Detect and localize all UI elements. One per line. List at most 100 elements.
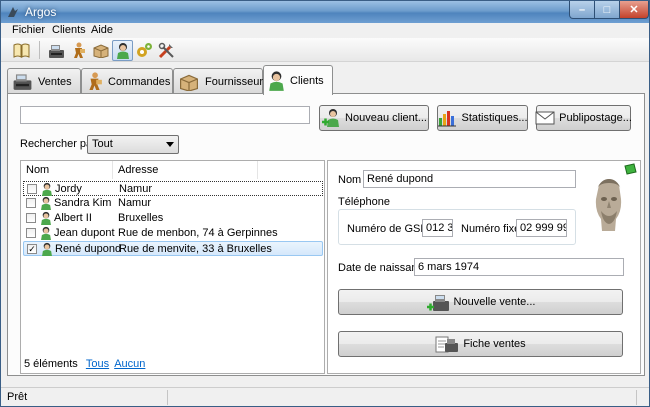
tab-label: Ventes bbox=[38, 75, 72, 88]
list-item[interactable]: Albert II Bruxelles bbox=[23, 211, 323, 226]
column-header-adresse[interactable]: Adresse bbox=[113, 161, 258, 179]
worker-icon bbox=[74, 42, 85, 58]
toolbar-tools-button[interactable] bbox=[156, 40, 177, 61]
row-checkbox[interactable] bbox=[26, 228, 36, 238]
window-title: Argos bbox=[25, 5, 57, 19]
toolbar-book-button[interactable] bbox=[11, 40, 32, 61]
add-sale-icon bbox=[426, 295, 449, 311]
status-separator bbox=[636, 390, 637, 405]
statistics-label: Statistiques... bbox=[461, 112, 528, 124]
cash-register-icon bbox=[49, 44, 64, 58]
sales-sheet-button[interactable]: Fiche ventes bbox=[338, 331, 623, 357]
list-item[interactable]: Sandra Kim Namur bbox=[23, 196, 323, 211]
toolbar-fournisseurs-button[interactable] bbox=[90, 40, 111, 61]
chart-icon bbox=[438, 111, 457, 127]
list-item[interactable]: Jordy Namur bbox=[23, 181, 323, 196]
cash-register-icon bbox=[13, 74, 32, 90]
select-none-link[interactable]: Aucun bbox=[114, 358, 145, 370]
minimize-button[interactable]: – bbox=[569, 1, 595, 19]
new-sale-button[interactable]: Nouvelle vente... bbox=[338, 289, 623, 315]
tab-fournisseurs[interactable]: Fournisseurs bbox=[173, 68, 269, 94]
row-name: René dupond bbox=[55, 243, 122, 255]
list-item[interactable]: ✓ René dupond Rue de menvite, 33 à Bruxe… bbox=[23, 241, 323, 256]
list-item[interactable]: Jean dupont Rue de menbon, 74 à Gerpinne… bbox=[23, 226, 323, 241]
toolbar-separator bbox=[39, 41, 40, 59]
tab-clients[interactable]: Clients bbox=[263, 65, 333, 95]
app-icon bbox=[8, 7, 18, 17]
client-icon bbox=[116, 43, 129, 59]
telephone-label: Téléphone bbox=[338, 196, 390, 208]
close-icon: ✕ bbox=[629, 4, 639, 16]
row-address: Bruxelles bbox=[118, 212, 164, 224]
toolbar-settings-button[interactable] bbox=[134, 40, 155, 61]
row-name: Albert II bbox=[54, 212, 92, 224]
birth-field[interactable]: 6 mars 1974 bbox=[414, 258, 624, 276]
search-by-select[interactable]: Tout bbox=[87, 135, 179, 154]
new-client-button[interactable]: Nouveau client... bbox=[319, 105, 429, 131]
row-name: Jordy bbox=[55, 183, 82, 195]
minimize-icon: – bbox=[578, 3, 586, 16]
book-icon bbox=[13, 43, 30, 58]
search-input[interactable] bbox=[20, 106, 310, 124]
tools-icon bbox=[158, 42, 174, 59]
tab-label: Commandes bbox=[108, 75, 171, 88]
row-name: Jean dupont bbox=[54, 227, 115, 239]
gsm-label: Numéro de GSM bbox=[347, 223, 430, 235]
search-by-value: Tout bbox=[92, 138, 113, 150]
row-checkbox[interactable] bbox=[27, 184, 37, 194]
app-window: Argos – □ ✕ Fichier Clients Aide Ventes … bbox=[0, 0, 650, 407]
row-checkbox[interactable]: ✓ bbox=[27, 244, 37, 254]
column-header-nom[interactable]: Nom bbox=[21, 161, 113, 179]
maximize-button[interactable]: □ bbox=[594, 1, 620, 19]
toolbar-clients-button[interactable] bbox=[112, 40, 133, 61]
fixe-label: Numéro fixe bbox=[461, 223, 521, 235]
client-icon bbox=[42, 242, 52, 256]
add-client-icon bbox=[322, 109, 340, 127]
title-bar[interactable]: Argos – □ ✕ bbox=[1, 1, 649, 23]
box-icon bbox=[180, 74, 198, 91]
client-icon bbox=[269, 71, 284, 91]
nom-field[interactable]: René dupond bbox=[363, 170, 576, 188]
client-icon bbox=[42, 182, 52, 196]
row-address: Namur bbox=[119, 183, 153, 195]
status-separator bbox=[167, 390, 168, 405]
close-button[interactable]: ✕ bbox=[619, 1, 649, 19]
mailing-label: Publipostage... bbox=[559, 112, 632, 124]
new-sale-label: Nouvelle vente... bbox=[453, 296, 536, 308]
select-all-link[interactable]: Tous bbox=[86, 358, 109, 370]
box-icon bbox=[93, 44, 108, 58]
tab-label: Clients bbox=[290, 74, 324, 87]
mailing-button[interactable]: Publipostage... bbox=[535, 105, 632, 131]
edit-flag-icon[interactable] bbox=[624, 163, 637, 175]
item-count: 5 éléments bbox=[24, 358, 78, 370]
gear-icon bbox=[137, 43, 152, 57]
fixe-field[interactable]: 02 999 999 bbox=[516, 219, 567, 237]
row-checkbox[interactable] bbox=[26, 198, 36, 208]
client-icon bbox=[41, 226, 51, 240]
menu-bar: Fichier Clients Aide bbox=[1, 23, 649, 38]
statistics-button[interactable]: Statistiques... bbox=[437, 105, 528, 131]
maximize-icon: □ bbox=[603, 3, 611, 16]
client-detail-panel: Nom René dupond Téléphone Numéro de GSM … bbox=[327, 160, 641, 374]
chevron-down-icon bbox=[166, 142, 174, 147]
row-address: Rue de menbon, 74 à Gerpinnes bbox=[118, 227, 278, 239]
menu-clients[interactable]: Clients bbox=[52, 24, 86, 36]
toolbar-commandes-button[interactable] bbox=[68, 40, 89, 61]
toolbar bbox=[1, 38, 649, 62]
envelope-icon bbox=[535, 111, 555, 125]
status-text: Prêt bbox=[7, 391, 28, 403]
clients-panel: Nouveau client... Statistiques... Publip… bbox=[7, 93, 645, 376]
tab-commandes[interactable]: Commandes bbox=[81, 68, 173, 94]
gsm-field[interactable]: 012 34 bbox=[422, 219, 453, 237]
sales-sheet-icon bbox=[435, 336, 459, 353]
menu-aide[interactable]: Aide bbox=[91, 24, 113, 36]
row-checkbox[interactable] bbox=[26, 213, 36, 223]
client-list[interactable]: Nom Adresse Jordy Namur Sandra Kim Namur… bbox=[20, 160, 325, 374]
client-photo bbox=[589, 177, 629, 231]
list-footer: 5 éléments Tous Aucun bbox=[24, 358, 145, 370]
menu-fichier[interactable]: Fichier bbox=[12, 24, 45, 36]
tab-ventes[interactable]: Ventes bbox=[7, 68, 81, 94]
toolbar-ventes-button[interactable] bbox=[46, 40, 67, 61]
row-name: Sandra Kim bbox=[54, 197, 112, 209]
worker-icon bbox=[89, 72, 102, 90]
